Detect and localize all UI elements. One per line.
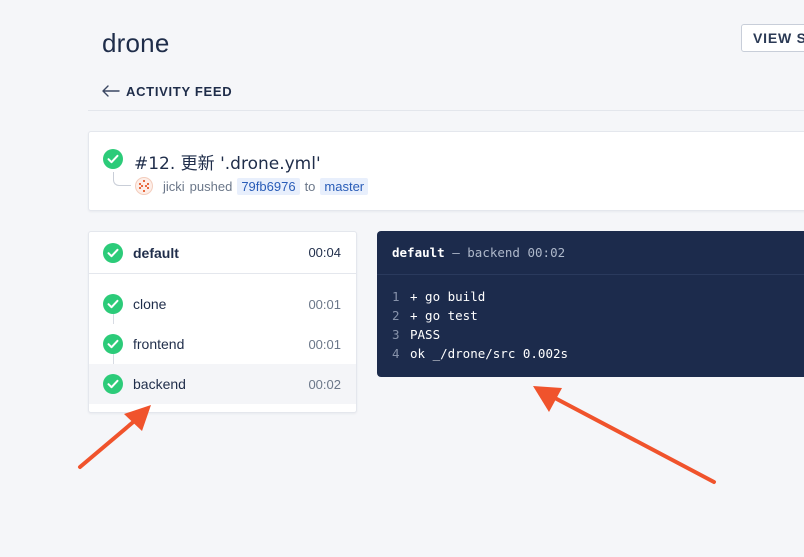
log-line: 3 PASS [392, 325, 568, 344]
log-header: default — backend 00:02 [392, 245, 565, 260]
log-output-panel[interactable]: default — backend 00:02 1 + go build 2 +… [377, 231, 804, 377]
log-line-number: 4 [392, 346, 400, 361]
check-circle-icon [103, 334, 123, 354]
annotation-arrow-icon [533, 386, 716, 484]
step-name: clone [133, 296, 167, 312]
commit-connector [113, 172, 131, 186]
build-action: pushed [189, 179, 233, 194]
back-to-activity-feed-link[interactable]: ACTIVITY FEED [102, 81, 232, 101]
step-row-clone[interactable]: clone 00:01 [89, 284, 356, 324]
repo-title: drone [102, 28, 170, 58]
back-link-label: ACTIVITY FEED [126, 83, 233, 99]
log-stage-name: default [392, 245, 445, 260]
commit-hash-link[interactable]: 79fb6976 [237, 178, 300, 195]
avatar-icon [135, 177, 153, 195]
stage-name: default [133, 245, 179, 261]
branch-link[interactable]: master [320, 178, 369, 195]
log-line-text: PASS [410, 327, 441, 342]
build-author: jicki [163, 179, 185, 194]
log-step-name: backend [467, 245, 520, 260]
log-line-text: ok _/drone/src 0.002s [410, 346, 569, 361]
log-line-text: + go build [410, 289, 486, 304]
step-duration: 00:02 [308, 377, 341, 392]
check-circle-icon [103, 294, 123, 314]
step-name: frontend [133, 336, 185, 352]
log-divider [377, 274, 804, 275]
step-row-frontend[interactable]: frontend 00:01 [89, 324, 356, 364]
view-source-button[interactable]: VIEW SOURCE [741, 24, 804, 52]
header-divider [88, 110, 804, 111]
stage-duration: 00:04 [308, 245, 341, 260]
log-line: 1 + go build [392, 287, 568, 306]
log-separator: — [452, 245, 460, 260]
step-duration: 00:01 [308, 337, 341, 352]
step-duration: 00:01 [308, 297, 341, 312]
log-line-number: 2 [392, 308, 400, 323]
step-row-backend[interactable]: backend 00:02 [89, 364, 356, 404]
log-line: 4 ok _/drone/src 0.002s [392, 344, 568, 363]
step-name: backend [133, 376, 186, 392]
log-line-text: + go test [410, 308, 478, 323]
check-circle-icon [103, 149, 123, 169]
stage-card: default 00:04 clone 00:01 frontend 00:01… [88, 231, 357, 413]
log-line: 2 + go test [392, 306, 568, 325]
log-lines: 1 + go build 2 + go test 3 PASS 4 ok _/d… [392, 287, 568, 363]
arrow-left-icon [102, 85, 120, 97]
stage-header[interactable]: default 00:04 [89, 232, 356, 274]
log-line-number: 1 [392, 289, 400, 304]
build-title: #12. 更新 '.drone.yml' [134, 154, 321, 174]
build-to-text: to [304, 179, 316, 194]
build-summary-card[interactable]: #12. 更新 '.drone.yml' jicki pushed 79fb69… [88, 131, 804, 211]
annotation-arrow-icon [78, 405, 151, 469]
check-circle-icon [103, 374, 123, 394]
build-meta: jicki pushed 79fb6976 to master [163, 178, 369, 195]
log-line-number: 3 [392, 327, 400, 342]
log-duration: 00:02 [527, 245, 566, 260]
check-circle-icon [103, 243, 123, 263]
